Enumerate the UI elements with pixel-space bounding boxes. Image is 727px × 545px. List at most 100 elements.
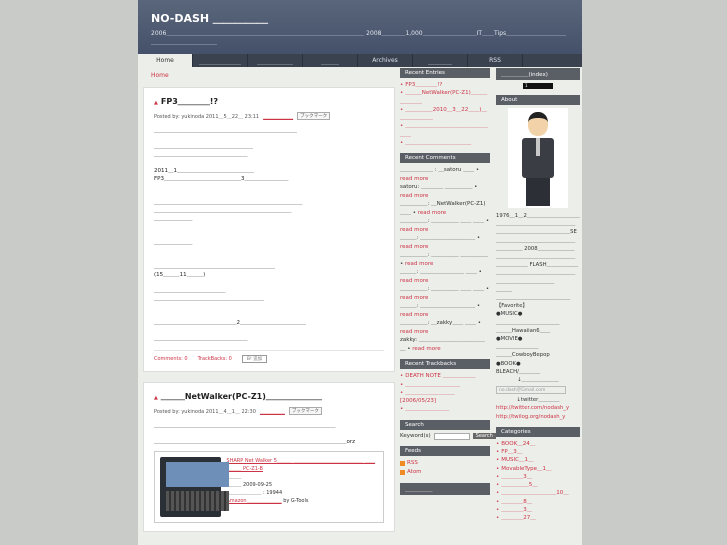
recent-entry-item[interactable]: • ＿＿＿＿＿2010＿3＿22＿＿)＿＿＿＿＿＿＿ [400, 106, 490, 123]
search-input[interactable] [433, 432, 470, 440]
read-more-link[interactable]: read more [400, 193, 428, 199]
category-item[interactable]: • ＿＿＿＿＿5＿ [496, 481, 580, 489]
recent-trackback-link[interactable]: DEATH NOTE ＿＿＿＿＿＿ [405, 373, 475, 379]
netwalker-product-image[interactable] [160, 457, 229, 517]
category-link[interactable]: MUSIC＿1＿ [501, 457, 533, 463]
category-item[interactable]: • ＿＿＿＿＿＿＿＿＿＿10＿ [496, 489, 580, 497]
nav-item-4[interactable]: ＿＿＿ [303, 54, 358, 67]
nav-item-2[interactable]: ＿＿＿＿＿＿＿ [193, 54, 248, 67]
read-more-link[interactable]: read more [400, 312, 428, 318]
category-link[interactable]: ＿＿＿＿＿＿＿＿＿＿10＿ [501, 490, 569, 496]
category-item[interactable]: • ＿＿＿＿8＿ [496, 498, 580, 506]
category-item[interactable]: • ＿＿＿＿3＿ [496, 473, 580, 481]
recent-trackback-item[interactable]: • ＿＿＿＿＿＿＿＿＿＿ [400, 381, 490, 389]
product-title-link[interactable]: SHARP Net Walker 5＿＿＿ ＿＿＿＿＿＿＿＿＿＿＿＿＿＿ ＿＿＿… [226, 457, 378, 473]
favorite-line: 【Favorite】 [496, 303, 528, 310]
category-item[interactable]: • ＿＿＿＿3＿ [496, 506, 580, 514]
category-item[interactable]: • MUSIC＿1＿ [496, 456, 580, 464]
read-more-link[interactable]: read more [405, 261, 433, 267]
nav-item-3[interactable]: ＿＿＿＿＿＿ [248, 54, 303, 67]
read-more-link[interactable]: read more [418, 210, 446, 216]
post-title[interactable]: ▲ FP3＿＿＿＿!? [154, 96, 384, 107]
recent-entry-link[interactable]: ＿＿＿NetWalker(PC-Z1)＿＿＿＿＿＿＿ [400, 90, 487, 104]
recent-comment-item: zakky: ＿＿＿＿＿＿＿＿＿＿＿＿＿ • read more [400, 337, 485, 352]
recent-trackback-link[interactable]: ＿＿＿＿＿＿＿＿ [405, 406, 449, 412]
category-item[interactable]: • MovableType＿1＿ [496, 465, 580, 473]
atom-label[interactable]: Atom [407, 468, 422, 477]
read-more-link[interactable]: read more [412, 346, 440, 352]
category-link[interactable]: MovableType＿1＿ [501, 466, 551, 472]
search-button[interactable]: Search [472, 433, 496, 440]
category-item[interactable]: • BOOK＿24＿ [496, 440, 580, 448]
mail-label: ↓＿＿＿＿＿＿＿ [517, 377, 559, 384]
bookmark-button[interactable]: ブックマーク [288, 407, 322, 415]
twilog-link[interactable]: http://twilog.org/nodash_y [496, 414, 565, 420]
recent-comment-item: ＿＿＿＿＿: ＿＿＿＿＿ ＿＿ ＿＿ • read more [400, 286, 490, 301]
recent-trackback-item[interactable]: • ＿＿＿＿＿＿＿＿ [400, 405, 490, 413]
index-heading: ＿＿＿＿＿(index) [496, 68, 580, 80]
read-more-link[interactable]: read more [400, 278, 428, 284]
post-category[interactable]: ＿＿＿＿＿ [260, 408, 285, 415]
nav-home[interactable]: Home [138, 54, 193, 67]
recent-entry-item[interactable]: • ＿＿＿＿＿＿＿＿＿＿＿＿ [400, 139, 490, 147]
atom-feed-link[interactable]: Atom [400, 468, 490, 477]
recent-trackback-link[interactable]: ＿＿＿＿＿＿＿＿＿＿ [405, 382, 460, 388]
product-screen [166, 462, 229, 487]
about-heading: About [496, 95, 580, 105]
favorite-line: ＿＿＿Hawaiian6＿＿ [496, 327, 551, 334]
recent-entries-heading: Recent Entries [400, 68, 490, 78]
recent-entry-link[interactable]: ＿＿＿＿＿＿＿＿＿＿＿＿＿＿＿＿＿ [400, 123, 488, 137]
twitter-label: ↓twitter＿＿＿＿ [516, 397, 560, 404]
category-item[interactable]: • FP＿3＿ [496, 448, 580, 456]
recent-trackback-item[interactable]: • ＿＿＿＿＿＿＿＿＿ [2006/05/23] [400, 389, 490, 406]
body-text-line: ＿＿＿＿＿＿＿＿＿＿＿＿＿＿＿＿＿＿＿＿＿＿＿＿＿＿＿＿＿＿＿＿＿ [154, 423, 336, 429]
recent-comment-item: ＿＿＿＿＿: ＿zakky＿＿ ＿＿ • read more [400, 320, 482, 335]
trackbacks-link[interactable]: TrackBacks: 0 [198, 356, 232, 362]
search-form: Keyword(s) Search [400, 432, 496, 440]
recent-entry-item[interactable]: • FP3＿＿＿＿!? [400, 81, 490, 89]
rss-feed-link[interactable]: RSS [400, 459, 490, 468]
category-link[interactable]: ＿＿＿＿3＿ [501, 507, 532, 513]
rss-label[interactable]: RSS [407, 459, 418, 468]
read-more-link[interactable]: read more [400, 176, 428, 182]
post-title-text[interactable]: ＿＿＿NetWalker(PC-Z1)＿＿＿＿＿＿＿ [161, 392, 322, 401]
category-link[interactable]: ＿＿＿＿27＿ [501, 515, 536, 521]
category-link[interactable]: ＿＿＿＿＿5＿ [501, 482, 538, 488]
product-release-date: ＿＿＿ 2009-09-25 [226, 482, 273, 488]
post-category[interactable]: ＿＿＿＿＿＿ [263, 113, 293, 120]
bullet-icon: • [496, 490, 500, 497]
comments-link[interactable]: Comments: 0 [154, 356, 188, 362]
bookmark-button[interactable]: ブックマーク [297, 112, 331, 120]
favorite-line: ●MOVIE● [496, 336, 523, 343]
recent-entry-link[interactable]: FP3＿＿＿＿!? [405, 82, 442, 88]
post-title-text[interactable]: FP3＿＿＿＿!? [161, 97, 218, 106]
category-link[interactable]: ＿＿＿＿3＿ [501, 474, 532, 480]
hatena-bookmark-button[interactable]: B! 追加 [241, 355, 268, 363]
category-item[interactable]: • ＿＿＿＿27＿ [496, 514, 580, 522]
nav-item-6[interactable]: ＿＿＿＿ [413, 54, 468, 67]
category-link[interactable]: FP＿3＿ [501, 449, 522, 455]
recent-entry-item[interactable]: • ＿＿＿NetWalker(PC-Z1)＿＿＿＿＿＿＿ [400, 89, 490, 106]
twitter-link[interactable]: http://twitter.com/nodash_y [496, 405, 569, 411]
category-link[interactable]: ＿＿＿＿8＿ [501, 499, 532, 505]
sidebar-right: ＿＿＿＿＿(index) 1 About 1976＿1＿2＿＿＿＿＿＿＿＿＿＿＿… [496, 68, 580, 528]
read-more-link[interactable]: read more [400, 227, 428, 233]
read-more-link[interactable]: read more [400, 295, 428, 301]
nav-rss[interactable]: RSS [468, 54, 523, 67]
site-title[interactable]: NO-DASH ＿＿＿＿＿ [151, 10, 569, 26]
recent-entry-link[interactable]: ＿＿＿＿＿2010＿3＿22＿＿)＿＿＿＿＿＿＿ [400, 107, 487, 121]
read-more-link[interactable]: read more [400, 329, 428, 335]
nav-archives[interactable]: Archives [358, 54, 413, 67]
post-title[interactable]: ▲ ＿＿＿NetWalker(PC-Z1)＿＿＿＿＿＿＿ [154, 391, 384, 402]
category-link[interactable]: BOOK＿24＿ [501, 441, 535, 447]
read-more-link[interactable]: read more [400, 244, 428, 250]
recent-trackback-link[interactable]: ＿＿＿＿＿＿＿＿＿ [2006/05/23] [400, 390, 455, 404]
amazon-link[interactable]: Amazon＿＿＿＿＿＿＿ [226, 498, 281, 504]
recent-trackback-item[interactable]: • DEATH NOTE ＿＿＿＿＿＿ [400, 372, 490, 380]
recent-trackbacks-list: • DEATH NOTE ＿＿＿＿＿＿ • ＿＿＿＿＿＿＿＿＿＿ • ＿＿＿＿＿＿＿＿＿ … [400, 372, 490, 413]
recent-entry-link[interactable]: ＿＿＿＿＿＿＿＿＿＿＿＿ [405, 140, 471, 146]
recent-entry-item[interactable]: • ＿＿＿＿＿＿＿＿＿＿＿＿＿＿＿＿＿ [400, 122, 490, 139]
